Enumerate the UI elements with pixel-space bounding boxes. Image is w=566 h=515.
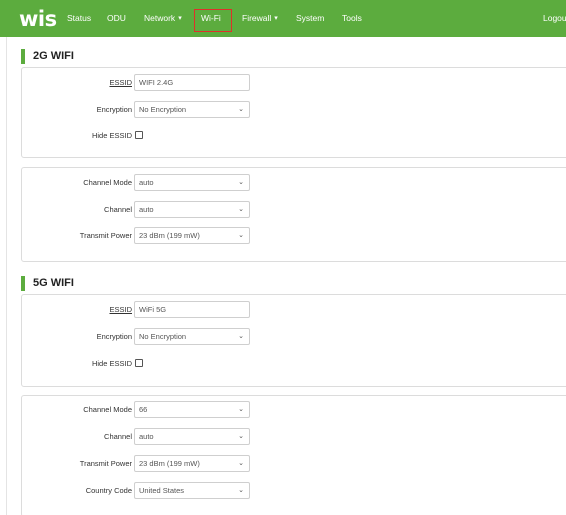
nav-firewall[interactable]: Firewall ▾: [242, 0, 278, 37]
encryption-value-5g: No Encryption: [139, 332, 187, 341]
tx-power-value-2g: 23 dBm (199 mW): [139, 231, 200, 240]
chevron-down-icon: ⌄: [238, 433, 244, 440]
row-channel-5g: Channel auto ⌄: [22, 428, 566, 446]
essid-input-5g[interactable]: WiFi 5G: [134, 301, 250, 318]
hide-essid-checkbox-5g[interactable]: [135, 359, 143, 367]
hide-essid-label-2g: Hide ESSID: [92, 131, 132, 140]
essid-label-2g: ESSID: [109, 78, 132, 87]
tx-power-label-2g: Transmit Power: [79, 231, 132, 240]
nav-network-label: Network: [144, 13, 176, 23]
row-tx-power-5g: Transmit Power 23 dBm (199 mW) ⌄: [22, 455, 566, 473]
chevron-down-icon: ▾: [178, 15, 182, 22]
section-header-2g: 2G WIFI: [21, 46, 566, 68]
row-essid-2g: ESSID WIFI 2.4G: [22, 74, 566, 92]
country-label-5g: Country Code: [85, 486, 132, 495]
channel-value-5g: auto: [139, 432, 154, 441]
row-hide-essid-2g: Hide ESSID: [22, 127, 566, 145]
chevron-down-icon: ⌄: [238, 206, 244, 213]
row-channel-mode-2g: Channel Mode auto ⌄: [22, 174, 566, 192]
tx-power-select-2g[interactable]: 23 dBm (199 mW) ⌄: [134, 227, 250, 244]
nav-network[interactable]: Network ▾: [144, 0, 182, 37]
card-5g-radio: Channel Mode 66 ⌄ Channel auto ⌄ Transmi…: [21, 395, 566, 515]
channel-mode-value-2g: auto: [139, 178, 154, 187]
essid-input-2g[interactable]: WIFI 2.4G: [134, 74, 250, 91]
channel-value-2g: auto: [139, 205, 154, 214]
tx-power-select-5g[interactable]: 23 dBm (199 mW) ⌄: [134, 455, 250, 472]
hide-essid-label-2g-text: Hide ESSID: [91, 131, 132, 140]
encryption-value-2g: No Encryption: [139, 105, 187, 114]
channel-mode-label-2g: Channel Mode: [83, 178, 132, 187]
channel-mode-select-2g[interactable]: auto ⌄: [134, 174, 250, 191]
row-encryption-5g: Encryption No Encryption ⌄: [22, 328, 566, 346]
channel-select-5g[interactable]: auto ⌄: [134, 428, 250, 445]
chevron-down-icon: ⌄: [238, 106, 244, 113]
card-5g-basic: ESSID WiFi 5G Encryption No Encryption ⌄…: [21, 294, 566, 387]
chevron-down-icon: ⌄: [238, 487, 244, 494]
card-2g-basic: ESSID WIFI 2.4G Encryption No Encryption…: [21, 67, 566, 158]
section-accent-bar: [21, 276, 25, 291]
nav-firewall-label: Firewall: [242, 13, 272, 23]
section-title-5g: 5G WIFI: [33, 277, 74, 289]
hide-essid-label-5g: Hide ESSID: [92, 359, 132, 368]
row-essid-5g: ESSID WiFi 5G: [22, 301, 566, 319]
country-value-5g: United States: [139, 486, 185, 495]
channel-mode-value-5g: 66: [139, 405, 148, 414]
channel-label-2g: Channel: [104, 205, 132, 214]
top-navbar: wis Status ODU Network ▾ Wi-Fi Firewall ▾ …: [0, 0, 566, 37]
channel-label-5g: Channel: [104, 432, 132, 441]
logout-link[interactable]: Logout: [543, 0, 566, 37]
channel-select-2g[interactable]: auto ⌄: [134, 201, 250, 218]
nav-status[interactable]: Status: [67, 0, 91, 37]
chevron-down-icon: ▾: [274, 15, 278, 22]
nav-status-label: Status: [67, 13, 92, 23]
row-tx-power-2g: Transmit Power 23 dBm (199 mW) ⌄: [22, 227, 566, 245]
nav-odu-label: ODU: [107, 13, 126, 23]
nav-active-indicator: [194, 9, 232, 32]
hide-essid-checkbox-2g[interactable]: [135, 131, 143, 139]
nav-odu[interactable]: ODU: [107, 0, 126, 37]
row-channel-2g: Channel auto ⌄: [22, 201, 566, 219]
encryption-label-2g: Encryption: [96, 105, 132, 114]
nav-tools[interactable]: Tools: [342, 0, 362, 37]
logout-label: Logout: [543, 13, 566, 23]
section-header-5g: 5G WIFI: [21, 273, 566, 295]
essid-label-5g: ESSID: [109, 305, 132, 314]
row-encryption-2g: Encryption No Encryption ⌄: [22, 101, 566, 119]
row-hide-essid-5g: Hide ESSID: [22, 355, 566, 373]
encryption-label-5g: Encryption: [96, 332, 132, 341]
row-country-5g: Country Code United States ⌄: [22, 482, 566, 500]
chevron-down-icon: ⌄: [238, 179, 244, 186]
card-2g-radio: Channel Mode auto ⌄ Channel auto ⌄ Trans…: [21, 167, 566, 262]
section-accent-bar: [21, 49, 25, 64]
nav-system-label: System: [296, 13, 325, 23]
chevron-down-icon: ⌄: [238, 232, 244, 239]
channel-mode-select-5g[interactable]: 66 ⌄: [134, 401, 250, 418]
row-channel-mode-5g: Channel Mode 66 ⌄: [22, 401, 566, 419]
chevron-down-icon: ⌄: [238, 460, 244, 467]
encryption-select-2g[interactable]: No Encryption ⌄: [134, 101, 250, 118]
tx-power-label-5g: Transmit Power: [79, 459, 132, 468]
main-content: 2G WIFI ESSID WIFI 2.4G Encryption No En…: [6, 37, 566, 515]
nav-tools-label: Tools: [342, 13, 362, 23]
country-select-5g[interactable]: United States ⌄: [134, 482, 250, 499]
chevron-down-icon: ⌄: [238, 406, 244, 413]
encryption-select-5g[interactable]: No Encryption ⌄: [134, 328, 250, 345]
channel-mode-label-5g: Channel Mode: [83, 405, 132, 414]
nav-system[interactable]: System: [296, 0, 324, 37]
tx-power-value-5g: 23 dBm (199 mW): [139, 459, 200, 468]
brand-logo[interactable]: wis: [19, 8, 57, 30]
section-title-2g: 2G WIFI: [33, 50, 74, 62]
chevron-down-icon: ⌄: [238, 333, 244, 340]
hide-essid-label-5g-text: Hide ESSID: [91, 359, 132, 368]
